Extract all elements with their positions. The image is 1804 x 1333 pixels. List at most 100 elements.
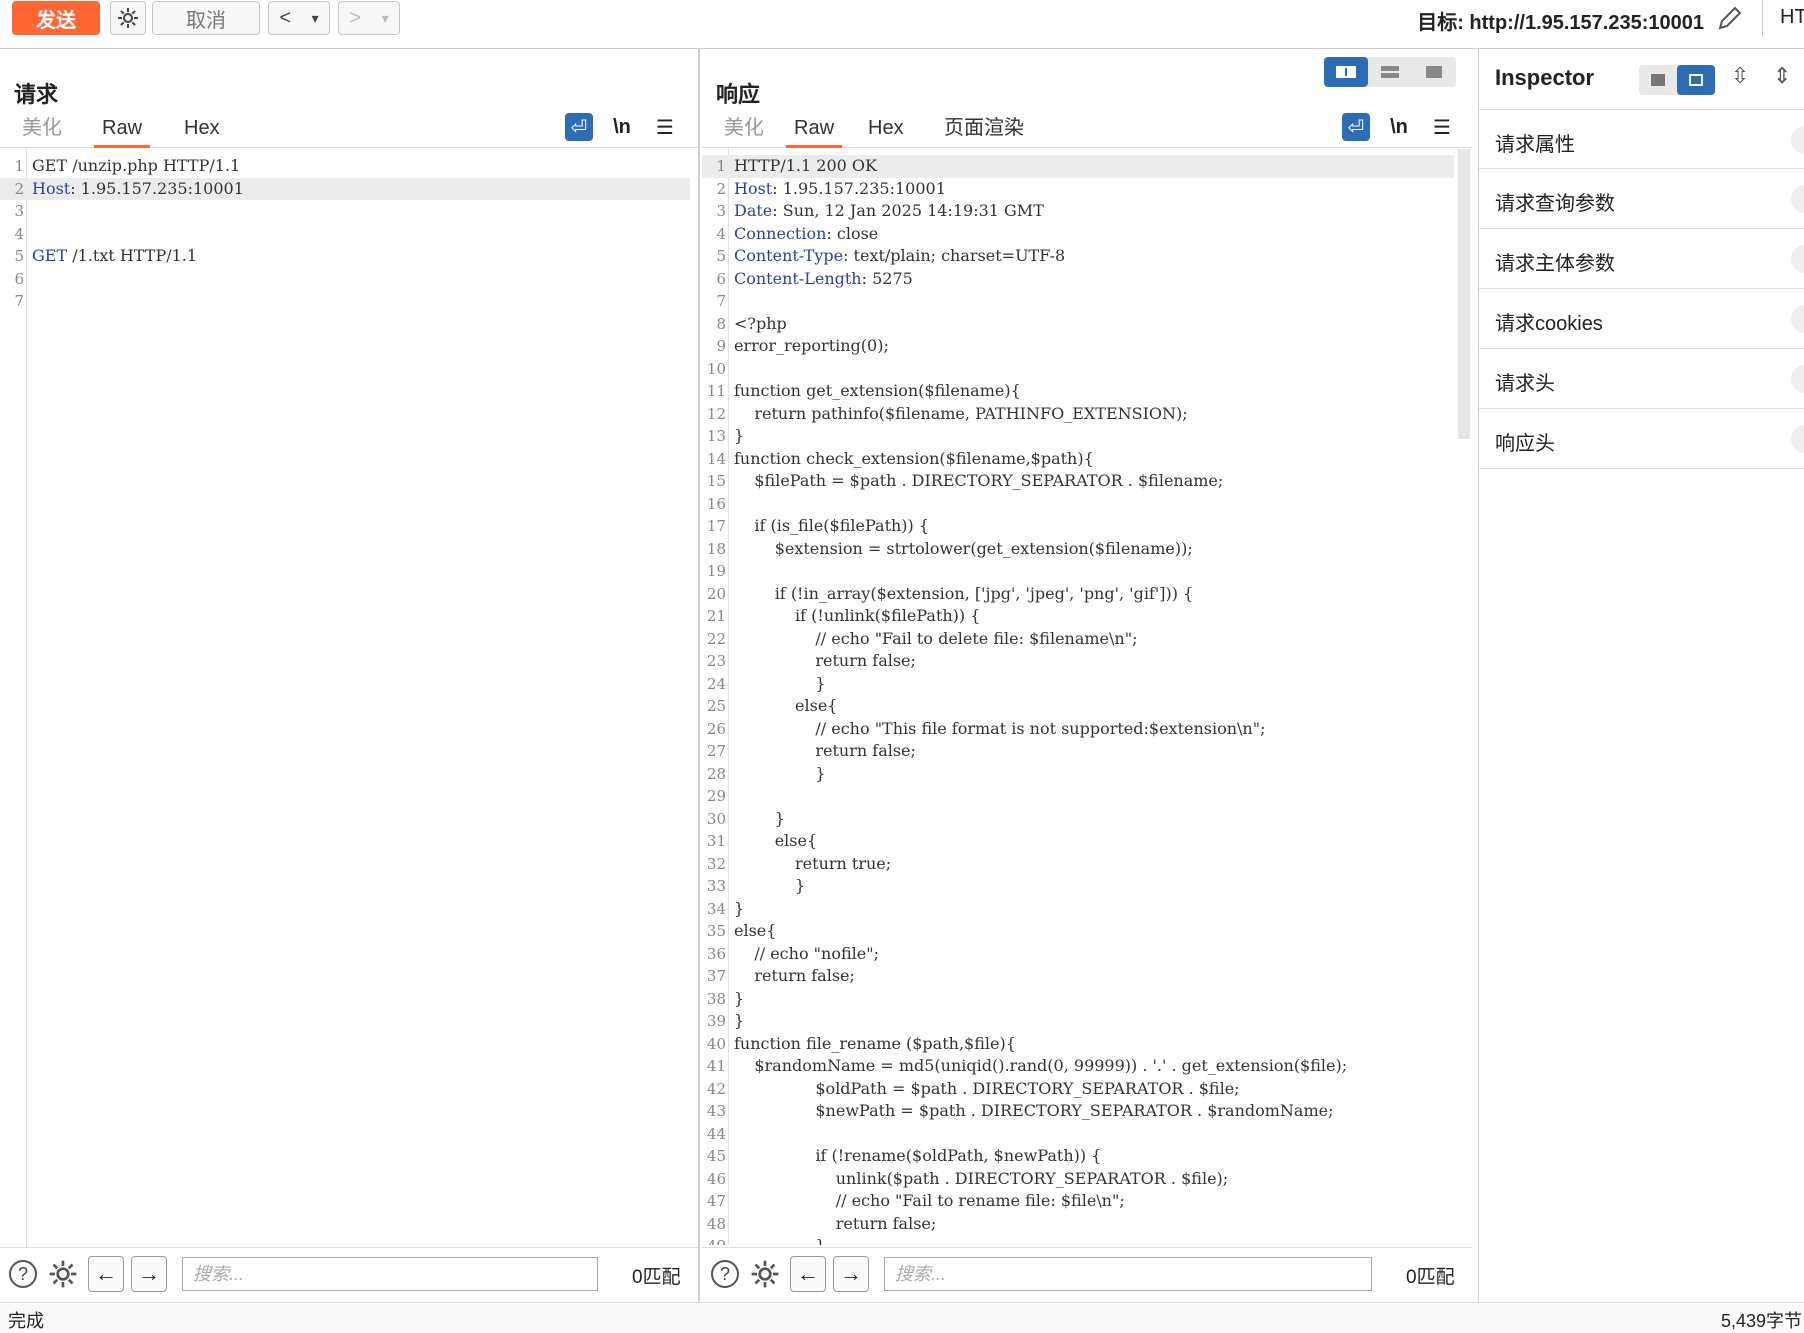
tab-pretty[interactable]: 美化 [716, 113, 772, 145]
search-input[interactable] [182, 1257, 598, 1291]
dropdown-arrow-icon[interactable]: ▾ [312, 10, 319, 27]
code-line[interactable]: 45 if (!rename($oldPath, $newPath)) { [702, 1145, 1454, 1168]
code-line[interactable]: 38} [702, 988, 1454, 1011]
code-line[interactable]: 14 function check_extension($filename,$pa… [702, 448, 1454, 471]
code-line[interactable]: 35 else{ [702, 920, 1454, 943]
inspector-section-response-headers[interactable]: 响应头 [1479, 409, 1804, 469]
code-line[interactable]: 18 $extension = strtolower(get_extension… [702, 538, 1454, 561]
code-line[interactable]: 5 Content-Type: text/plain; charset=UTF-8 [702, 245, 1454, 268]
code-line[interactable]: 32 return true; [702, 853, 1454, 876]
code-line[interactable]: 33 } [702, 875, 1454, 898]
code-line[interactable]: 21 if (!unlink($filePath)) { [702, 605, 1454, 628]
wrap-button[interactable]: ⏎ [1342, 113, 1370, 141]
code-line[interactable]: 24 } [702, 673, 1454, 696]
code-line[interactable]: 2 Host: 1.95.157.235:10001 [702, 178, 1454, 201]
code-line[interactable]: 39} [702, 1010, 1454, 1033]
tab-render[interactable]: 页面渲染 [936, 113, 1032, 145]
layout-side-by-side-button[interactable] [1324, 57, 1368, 87]
code-line[interactable]: 6 Content-Length: 5275 [702, 268, 1454, 291]
send-button[interactable]: 发送 [12, 1, 100, 35]
newline-toggle[interactable]: \n [608, 113, 636, 141]
inspector-section-request-headers[interactable]: 请求头 [1479, 349, 1804, 409]
code-line[interactable]: 29 [702, 785, 1454, 808]
code-line[interactable]: 31 else{ [702, 830, 1454, 853]
search-input[interactable] [884, 1257, 1372, 1291]
code-line[interactable]: 8 <?php [702, 313, 1454, 336]
code-line[interactable]: 10 [702, 358, 1454, 381]
inspector-section-cookies[interactable]: 请求cookies [1479, 289, 1804, 349]
search-next-button[interactable]: → [131, 1256, 167, 1292]
code-line[interactable]: 41 $randomName = md5(uniqid().rand(0, 99… [702, 1055, 1454, 1078]
request-menu-button[interactable]: ☰ [651, 113, 679, 141]
inspector-collapse-button[interactable] [1639, 65, 1677, 95]
code-line[interactable]: 17 if (is_file($filePath)) { [702, 515, 1454, 538]
forward-button[interactable]: > ▾ [338, 1, 400, 35]
settings-button[interactable] [110, 1, 146, 35]
code-line[interactable]: 7 [0, 290, 690, 313]
code-line[interactable]: 1 GET /unzip.php HTTP/1.1 [0, 155, 690, 178]
edit-target-button[interactable] [1714, 2, 1746, 39]
code-line[interactable]: 12 return pathinfo($filename, PATHINFO_E… [702, 403, 1454, 426]
help-icon[interactable]: ? [711, 1260, 739, 1288]
code-line[interactable]: 3 [0, 200, 690, 223]
code-line[interactable]: 9 error_reporting(0); [702, 335, 1454, 358]
panel-divider[interactable] [698, 49, 700, 1302]
code-line[interactable]: 46 unlink($path . DIRECTORY_SEPARATOR . … [702, 1168, 1454, 1191]
code-line[interactable]: 19 [702, 560, 1454, 583]
cancel-button[interactable]: 取消 [152, 1, 260, 35]
code-line[interactable]: 3 Date: Sun, 12 Jan 2025 14:19:31 GMT [702, 200, 1454, 223]
code-line[interactable]: 4 Connection: close [702, 223, 1454, 246]
code-line[interactable]: 37 return false; [702, 965, 1454, 988]
code-line[interactable]: 34} [702, 898, 1454, 921]
code-line[interactable]: 30 } [702, 808, 1454, 831]
inspector-section-request-attributes[interactable]: 请求属性 [1479, 109, 1804, 169]
tab-hex[interactable]: Hex [176, 113, 228, 145]
inspector-section-query-params[interactable]: 请求查询参数 [1479, 169, 1804, 229]
search-settings-button[interactable] [749, 1258, 781, 1295]
code-line[interactable]: 2 Host: 1.95.157.235:10001 [0, 177, 690, 200]
code-line[interactable]: 13} [702, 425, 1454, 448]
help-icon[interactable]: ? [9, 1260, 37, 1288]
code-line[interactable]: 7 [702, 290, 1454, 313]
inspector-section-body-params[interactable]: 请求主体参数 [1479, 229, 1804, 289]
dropdown-arrow-icon[interactable]: ▾ [382, 10, 389, 27]
code-line[interactable]: 48 return false; [702, 1213, 1454, 1236]
expand-all-icon[interactable]: ⇳ [1731, 63, 1749, 89]
code-line[interactable]: 4 [0, 223, 690, 246]
search-prev-button[interactable]: ← [790, 1256, 826, 1292]
code-line[interactable]: 1 HTTP/1.1 200 OK [702, 155, 1454, 178]
code-line[interactable]: 23 return false; [702, 650, 1454, 673]
request-editor[interactable]: 1 GET /unzip.php HTTP/1.1 2 Host: 1.95.157.… [0, 149, 690, 1289]
code-line[interactable]: 44 [702, 1123, 1454, 1146]
code-line[interactable]: 26 // echo "This file format is not supp… [702, 718, 1454, 741]
tab-pretty[interactable]: 美化 [14, 113, 70, 145]
tab-hex[interactable]: Hex [860, 113, 912, 145]
inspector-expand-button[interactable] [1677, 65, 1715, 95]
code-line[interactable]: 40 function file_rename ($path,$file){ [702, 1033, 1454, 1056]
search-next-button[interactable]: → [833, 1256, 869, 1292]
code-line[interactable]: 49 } [702, 1235, 1454, 1245]
code-line[interactable]: 20 if (!in_array($extension, ['jpg', 'jp… [702, 583, 1454, 606]
response-editor[interactable]: 1 HTTP/1.1 200 OK 2 Host: 1.95.157.235:1000… [702, 149, 1454, 1245]
code-line[interactable]: 27 return false; [702, 740, 1454, 763]
code-line[interactable]: 16 [702, 493, 1454, 516]
response-scrollbar[interactable] [1458, 149, 1470, 439]
collapse-all-icon[interactable]: ⇕ [1773, 63, 1791, 89]
code-line[interactable]: 5 GET /1.txt HTTP/1.1 [0, 245, 690, 268]
response-menu-button[interactable]: ☰ [1428, 113, 1456, 141]
code-line[interactable]: 11 function get_extension($filename){ [702, 380, 1454, 403]
back-button[interactable]: < ▾ [268, 1, 330, 35]
code-line[interactable]: 22 // echo "Fail to delete file: $filena… [702, 628, 1454, 651]
code-line[interactable]: 43 $newPath = $path . DIRECTORY_SEPARATO… [702, 1100, 1454, 1123]
code-line[interactable]: 36 // echo "nofile"; [702, 943, 1454, 966]
code-line[interactable]: 47 // echo "Fail to rename file: $file\n… [702, 1190, 1454, 1213]
code-line[interactable]: 25 else{ [702, 695, 1454, 718]
code-line[interactable]: 6 [0, 268, 690, 291]
tab-raw[interactable]: Raw [786, 113, 843, 148]
search-settings-button[interactable] [47, 1258, 79, 1295]
search-prev-button[interactable]: ← [88, 1256, 124, 1292]
newline-toggle[interactable]: \n [1385, 113, 1413, 141]
tab-raw[interactable]: Raw [94, 113, 151, 148]
code-line[interactable]: 42 $oldPath = $path . DIRECTORY_SEPARATO… [702, 1078, 1454, 1101]
code-line[interactable]: 28 } [702, 763, 1454, 786]
